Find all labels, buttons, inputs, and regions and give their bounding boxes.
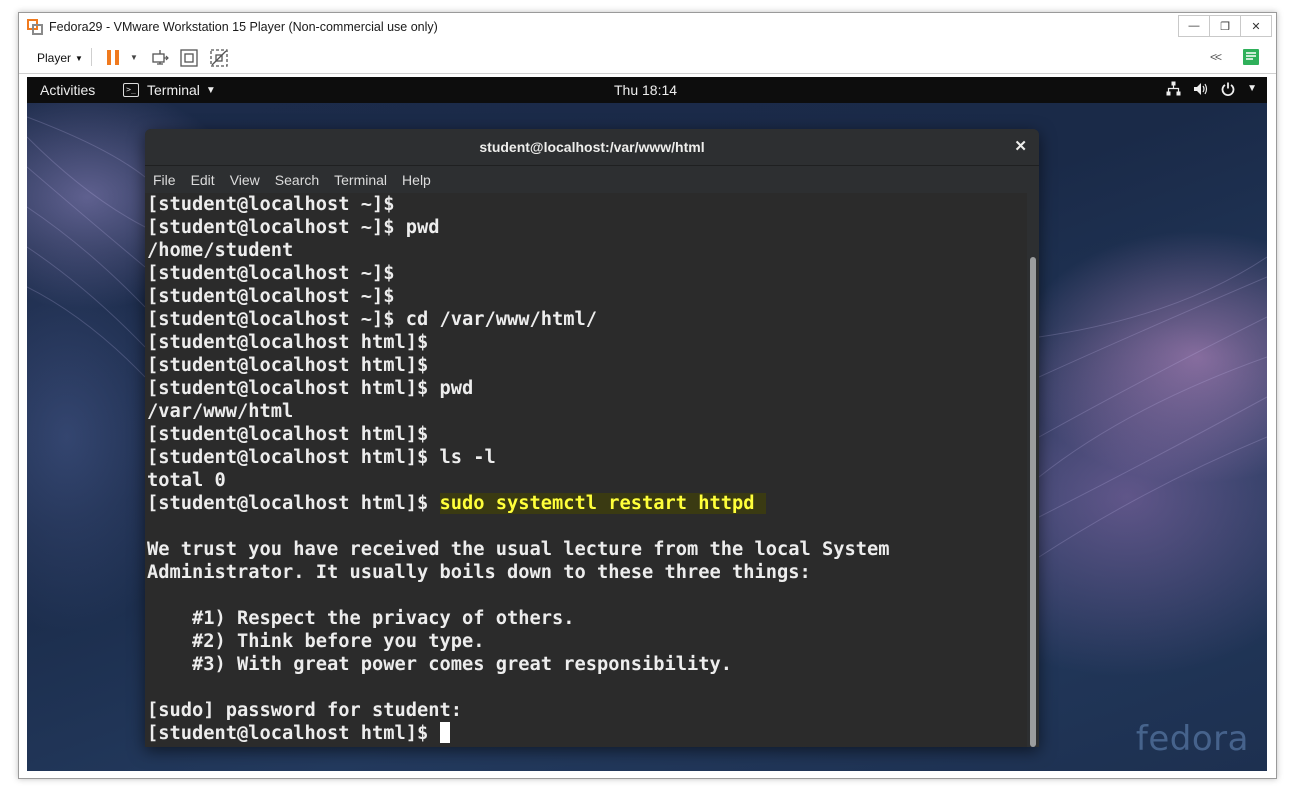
terminal-line: [student@localhost ~]$ pwd xyxy=(147,217,440,238)
power-icon xyxy=(1221,82,1235,96)
clock[interactable]: Thu 18:14 xyxy=(614,82,677,98)
terminal-line: #3) With great power comes great respons… xyxy=(147,654,733,675)
terminal-line: [student@localhost ~]$ xyxy=(147,194,395,215)
terminal-output[interactable]: [student@localhost ~]$ [student@localhos… xyxy=(145,193,1027,747)
fedora-watermark: fedora xyxy=(1135,719,1249,759)
chevron-down-icon: ▼ xyxy=(75,54,83,63)
terminal-line: [student@localhost html]$ xyxy=(147,332,429,353)
unity-mode-icon[interactable] xyxy=(210,49,228,67)
player-menu-button[interactable]: Player ▼ xyxy=(37,51,83,65)
terminal-line: #2) Think before you type. xyxy=(147,631,485,652)
system-menu[interactable]: ▼ xyxy=(1166,81,1257,96)
send-ctrl-alt-del-icon[interactable] xyxy=(151,49,169,67)
vmware-window-title: Fedora29 - VMware Workstation 15 Player … xyxy=(49,20,438,34)
terminal-scrollbar[interactable] xyxy=(1027,193,1039,747)
restore-button[interactable]: ❐ xyxy=(1209,15,1241,37)
text-cursor xyxy=(439,722,450,743)
message-log-icon[interactable] xyxy=(1242,48,1260,66)
collapse-toolbar-icon[interactable]: << xyxy=(1210,50,1222,64)
final-prompt-line: [student@localhost html]$ xyxy=(147,722,1027,745)
toolbar-divider xyxy=(91,48,92,66)
highlighted-command-line: [student@localhost html]$ sudo systemctl… xyxy=(147,492,1027,515)
terminal-line: [student@localhost ~]$ cd /var/www/html/ xyxy=(147,309,598,330)
fullscreen-icon[interactable] xyxy=(180,49,198,67)
terminal-app-icon: >_ xyxy=(123,83,139,97)
terminal-line: [student@localhost ~]$ xyxy=(147,286,395,307)
vmware-window: Fedora29 - VMware Workstation 15 Player … xyxy=(18,12,1277,779)
highlighted-command: sudo systemctl restart httpd xyxy=(439,493,766,514)
chevron-down-icon: ▼ xyxy=(205,84,216,96)
app-menu-button[interactable]: >_ Terminal ▼ xyxy=(123,82,216,98)
terminal-window[interactable]: student@localhost:/var/www/html ✕ File E… xyxy=(145,129,1039,747)
power-options-chevron-icon[interactable]: ▼ xyxy=(130,53,138,62)
menu-file[interactable]: File xyxy=(145,166,183,193)
terminal-line: #1) Respect the privacy of others. xyxy=(147,608,575,629)
vmware-titlebar: Fedora29 - VMware Workstation 15 Player … xyxy=(19,13,1276,41)
terminal-line: [student@localhost ~]$ xyxy=(147,263,395,284)
terminal-line: [student@localhost html]$ xyxy=(147,424,429,445)
terminal-line: We trust you have received the usual lec… xyxy=(147,539,890,560)
terminal-line: /var/www/html xyxy=(147,401,294,422)
player-menu-label: Player xyxy=(37,51,72,65)
menu-help[interactable]: Help xyxy=(394,166,438,193)
terminal-line: total 0 xyxy=(147,470,226,491)
minimize-button[interactable]: — xyxy=(1178,15,1210,37)
terminal-line: [student@localhost html]$ xyxy=(147,355,429,376)
chevron-down-icon: ▼ xyxy=(1247,83,1257,94)
activities-button[interactable]: Activities xyxy=(40,82,95,98)
app-menu-label: Terminal xyxy=(147,82,200,98)
window-controls: — ❐ ✕ xyxy=(1178,15,1272,37)
pause-icon[interactable] xyxy=(107,50,121,65)
terminal-line: [student@localhost html]$ ls -l xyxy=(147,447,496,468)
terminal-menubar: File Edit View Search Terminal Help xyxy=(145,166,1039,193)
vmware-toolbar: Player ▼ ▼ << xyxy=(19,41,1276,74)
scrollbar-thumb[interactable] xyxy=(1030,257,1036,747)
terminal-title: student@localhost:/var/www/html xyxy=(479,139,705,155)
prompt: [student@localhost html]$ xyxy=(147,493,440,514)
menu-view[interactable]: View xyxy=(222,166,267,193)
menu-edit[interactable]: Edit xyxy=(183,166,222,193)
volume-icon xyxy=(1194,82,1208,95)
guest-desktop[interactable]: Activities >_ Terminal ▼ Thu 18:14 ▼ fed… xyxy=(27,77,1267,771)
close-icon[interactable]: ✕ xyxy=(1014,137,1027,155)
close-button[interactable]: ✕ xyxy=(1240,15,1272,37)
network-icon xyxy=(1166,81,1181,96)
terminal-line: [student@localhost html]$ pwd xyxy=(147,378,474,399)
menu-search[interactable]: Search xyxy=(267,166,326,193)
terminal-line: /home/student xyxy=(147,240,294,261)
prompt: [student@localhost html]$ xyxy=(147,723,440,744)
vmware-logo-icon xyxy=(27,19,43,35)
terminal-line: Administrator. It usually boils down to … xyxy=(147,562,811,583)
menu-terminal[interactable]: Terminal xyxy=(326,166,394,193)
terminal-line: [sudo] password for student: xyxy=(147,700,463,721)
terminal-headerbar: student@localhost:/var/www/html ✕ xyxy=(145,129,1039,166)
gnome-top-bar: Activities >_ Terminal ▼ Thu 18:14 ▼ xyxy=(27,77,1267,103)
